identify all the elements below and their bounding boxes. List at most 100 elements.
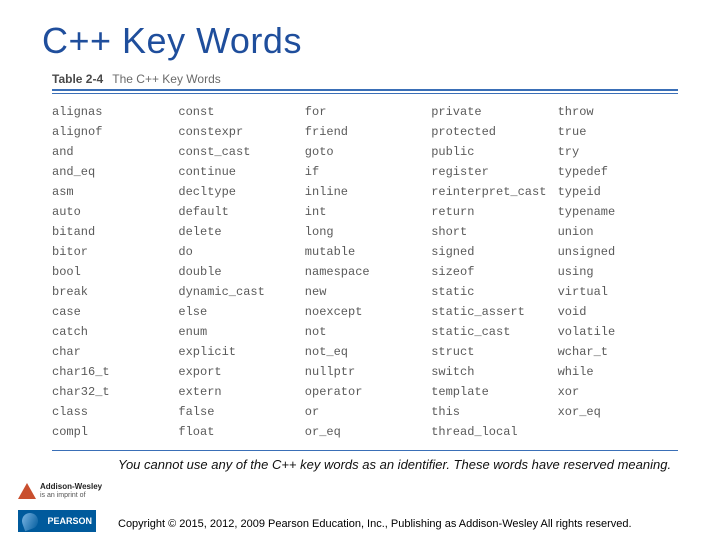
- keyword: unsigned: [558, 242, 678, 262]
- pearson-text: PEARSON: [47, 516, 92, 526]
- triangle-icon: [18, 483, 36, 499]
- keyword: constexpr: [178, 122, 298, 142]
- keyword: bitand: [52, 222, 172, 242]
- keyword: and: [52, 142, 172, 162]
- keyword: dynamic_cast: [178, 282, 298, 302]
- aw-text-block: Addison-Wesley is an imprint of: [40, 483, 102, 499]
- keyword: not_eq: [305, 342, 425, 362]
- keyword: public: [431, 142, 551, 162]
- keyword: extern: [178, 382, 298, 402]
- slide-title: C++ Key Words: [0, 0, 720, 68]
- keyword: union: [558, 222, 678, 242]
- keyword: catch: [52, 322, 172, 342]
- keyword: try: [558, 142, 678, 162]
- keyword: nullptr: [305, 362, 425, 382]
- keyword: break: [52, 282, 172, 302]
- rule-top-thick: [52, 89, 678, 91]
- keyword: false: [178, 402, 298, 422]
- keyword: class: [52, 402, 172, 422]
- keyword: if: [305, 162, 425, 182]
- keyword: default: [178, 202, 298, 222]
- keyword: xor_eq: [558, 402, 678, 422]
- keyword: true: [558, 122, 678, 142]
- aw-subtext: is an imprint of: [40, 492, 102, 499]
- table-area: Table 2-4 The C++ Key Words alignas alig…: [0, 68, 720, 451]
- keyword: or: [305, 402, 425, 422]
- keyword: operator: [305, 382, 425, 402]
- keyword: char32_t: [52, 382, 172, 402]
- keyword: namespace: [305, 262, 425, 282]
- keyword: signed: [431, 242, 551, 262]
- keyword: not: [305, 322, 425, 342]
- addison-wesley-logo: Addison-Wesley is an imprint of: [18, 476, 106, 506]
- keyword: sizeof: [431, 262, 551, 282]
- keyword: virtual: [558, 282, 678, 302]
- keyword: wchar_t: [558, 342, 678, 362]
- keyword: using: [558, 262, 678, 282]
- keyword: and_eq: [52, 162, 172, 182]
- table-label: Table 2-4: [52, 72, 103, 86]
- pearson-logo: PEARSON: [18, 510, 96, 532]
- keyword: new: [305, 282, 425, 302]
- keyword: case: [52, 302, 172, 322]
- keyword-col-1: alignas alignof and and_eq asm auto bita…: [52, 102, 172, 442]
- keyword: mutable: [305, 242, 425, 262]
- table-caption: Table 2-4 The C++ Key Words: [52, 68, 678, 89]
- keyword: char16_t: [52, 362, 172, 382]
- keyword: const_cast: [178, 142, 298, 162]
- keyword: inline: [305, 182, 425, 202]
- keyword: reinterpret_cast: [431, 182, 551, 202]
- keyword: char: [52, 342, 172, 362]
- keyword: const: [178, 102, 298, 122]
- aw-brand: Addison-Wesley: [40, 483, 102, 491]
- keywords-grid: alignas alignof and and_eq asm auto bita…: [52, 94, 678, 448]
- table-caption-text: The C++ Key Words: [112, 72, 221, 86]
- keyword: long: [305, 222, 425, 242]
- keyword: xor: [558, 382, 678, 402]
- copyright-text: Copyright © 2015, 2012, 2009 Pearson Edu…: [118, 518, 700, 530]
- keyword: for: [305, 102, 425, 122]
- keyword: alignas: [52, 102, 172, 122]
- keyword: noexcept: [305, 302, 425, 322]
- keyword: delete: [178, 222, 298, 242]
- keyword: do: [178, 242, 298, 262]
- keyword: alignof: [52, 122, 172, 142]
- keyword: float: [178, 422, 298, 442]
- keyword: throw: [558, 102, 678, 122]
- keyword: thread_local: [431, 422, 551, 442]
- keyword: volatile: [558, 322, 678, 342]
- keyword: compl: [52, 422, 172, 442]
- keyword: int: [305, 202, 425, 222]
- keyword: else: [178, 302, 298, 322]
- keyword: typeid: [558, 182, 678, 202]
- keyword: explicit: [178, 342, 298, 362]
- keyword: typename: [558, 202, 678, 222]
- keyword: this: [431, 402, 551, 422]
- keyword-col-4: private protected public register reinte…: [431, 102, 551, 442]
- keyword: private: [431, 102, 551, 122]
- keyword: return: [431, 202, 551, 222]
- keyword: typedef: [558, 162, 678, 182]
- keyword-col-3: for friend goto if inline int long mutab…: [305, 102, 425, 442]
- keyword: goto: [305, 142, 425, 162]
- keyword-col-2: const constexpr const_cast continue decl…: [178, 102, 298, 442]
- keyword: short: [431, 222, 551, 242]
- keyword: asm: [52, 182, 172, 202]
- keyword: void: [558, 302, 678, 322]
- keyword: while: [558, 362, 678, 382]
- publisher-logos: Addison-Wesley is an imprint of PEARSON: [18, 476, 106, 532]
- keyword: continue: [178, 162, 298, 182]
- keyword: switch: [431, 362, 551, 382]
- keyword: static_cast: [431, 322, 551, 342]
- keyword: protected: [431, 122, 551, 142]
- keyword: bitor: [52, 242, 172, 262]
- note-text: You cannot use any of the C++ key words …: [0, 451, 720, 473]
- slide: C++ Key Words Table 2-4 The C++ Key Word…: [0, 0, 720, 540]
- keyword: enum: [178, 322, 298, 342]
- keyword: friend: [305, 122, 425, 142]
- keyword-col-5: throw true try typedef typeid typename u…: [558, 102, 678, 442]
- keyword: auto: [52, 202, 172, 222]
- keyword: template: [431, 382, 551, 402]
- keyword: register: [431, 162, 551, 182]
- keyword: or_eq: [305, 422, 425, 442]
